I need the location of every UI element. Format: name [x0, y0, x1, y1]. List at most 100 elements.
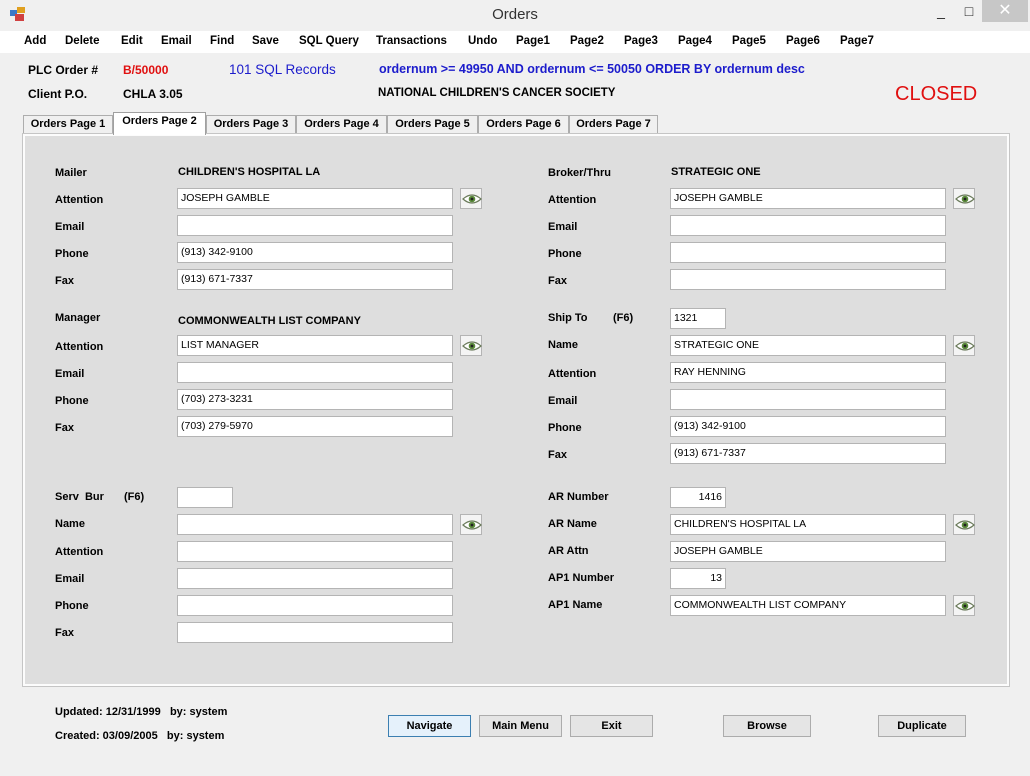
- manager-phone-label: Phone: [55, 395, 89, 407]
- broker-phone-label: Phone: [548, 248, 582, 260]
- eye-icon: [955, 601, 975, 611]
- broker-phone-field[interactable]: [670, 242, 946, 263]
- broker-attention-field[interactable]: JOSEPH GAMBLE: [670, 188, 946, 209]
- menu-email[interactable]: Email: [161, 35, 192, 47]
- manager-fax-field[interactable]: (703) 279-5970: [177, 416, 453, 437]
- mailer-fax-label: Fax: [55, 275, 74, 287]
- window-title: Orders: [492, 6, 538, 23]
- menu-undo[interactable]: Undo: [468, 35, 497, 47]
- tab-orders-page-3[interactable]: Orders Page 3: [206, 115, 296, 134]
- ship-to-email-field[interactable]: [670, 389, 946, 410]
- ship-to-phone-field[interactable]: (913) 342-9100: [670, 416, 946, 437]
- menu-page5[interactable]: Page5: [732, 35, 766, 47]
- ar-number-label: AR Number: [548, 491, 609, 503]
- menu-page3[interactable]: Page3: [624, 35, 658, 47]
- manager-email-field[interactable]: [177, 362, 453, 383]
- ap1-number-field[interactable]: 13: [670, 568, 726, 589]
- menu-sql-query[interactable]: SQL Query: [299, 35, 359, 47]
- ar-lookup-button[interactable]: [953, 514, 975, 535]
- mailer-email-field[interactable]: [177, 215, 453, 236]
- serv-bur-phone-label: Phone: [55, 600, 89, 612]
- ship-to-name-field[interactable]: STRATEGIC ONE: [670, 335, 946, 356]
- menu-page6[interactable]: Page6: [786, 35, 820, 47]
- mailer-phone-label: Phone: [55, 248, 89, 260]
- tab-orders-page-1[interactable]: Orders Page 1: [23, 115, 113, 134]
- serv-bur-email-field[interactable]: [177, 568, 453, 589]
- menu-delete[interactable]: Delete: [65, 35, 100, 47]
- ship-to-attention-field[interactable]: RAY HENNING: [670, 362, 946, 383]
- serv-bur-email-label: Email: [55, 573, 85, 585]
- ship-to-fax-field[interactable]: (913) 671-7337: [670, 443, 946, 464]
- order-status-badge: CLOSED: [895, 83, 978, 105]
- duplicate-button[interactable]: Duplicate: [878, 715, 966, 737]
- serv-bur-name-field[interactable]: [177, 514, 453, 535]
- ship-to-code-field[interactable]: 1321: [670, 308, 726, 329]
- broker-email-label: Email: [548, 221, 578, 233]
- serv-bur-attention-label: Attention: [55, 546, 104, 558]
- main-menu-button[interactable]: Main Menu: [479, 715, 562, 737]
- serv-bur-attention-field[interactable]: [177, 541, 453, 562]
- broker-fax-field[interactable]: [670, 269, 946, 290]
- menu-edit[interactable]: Edit: [121, 35, 143, 47]
- serv-bur-phone-field[interactable]: [177, 595, 453, 616]
- serv-bur-fax-field[interactable]: [177, 622, 453, 643]
- ar-name-field[interactable]: CHILDREN'S HOSPITAL LA: [670, 514, 946, 535]
- menu-page2[interactable]: Page2: [570, 35, 604, 47]
- ship-to-fax-label: Fax: [548, 449, 567, 461]
- ship-to-attention-label: Attention: [548, 368, 597, 380]
- menu-page1[interactable]: Page1: [516, 35, 550, 47]
- eye-icon: [462, 520, 482, 530]
- mailer-name: CHILDREN'S HOSPITAL LA: [178, 166, 321, 178]
- manager-email-label: Email: [55, 368, 85, 380]
- sql-record-count: 101 SQL Records: [229, 62, 336, 77]
- plc-order-value: B/50000: [123, 63, 169, 77]
- close-button[interactable]: ✕: [982, 0, 1028, 22]
- serv-bur-label: Serv Bur: [55, 491, 104, 503]
- manager-lookup-button[interactable]: [460, 335, 482, 356]
- mailer-phone-field[interactable]: (913) 342-9100: [177, 242, 453, 263]
- broker-email-field[interactable]: [670, 215, 946, 236]
- mailer-attention-field[interactable]: JOSEPH GAMBLE: [177, 188, 453, 209]
- maximize-button[interactable]: □: [955, 0, 983, 22]
- serv-bur-lookup-button[interactable]: [460, 514, 482, 535]
- menu-page7[interactable]: Page7: [840, 35, 874, 47]
- ar-attn-field[interactable]: JOSEPH GAMBLE: [670, 541, 946, 562]
- menu-find[interactable]: Find: [210, 35, 234, 47]
- tab-orders-page-5[interactable]: Orders Page 5: [387, 115, 478, 134]
- manager-attention-field[interactable]: LIST MANAGER: [177, 335, 453, 356]
- navigate-button[interactable]: Navigate: [388, 715, 471, 737]
- ship-to-label: Ship To: [548, 312, 588, 324]
- broker-lookup-button[interactable]: [953, 188, 975, 209]
- minimize-button[interactable]: _: [927, 0, 955, 22]
- tab-orders-page-4[interactable]: Orders Page 4: [296, 115, 387, 134]
- menu-bar: Add Delete Edit Email Find Save SQL Quer…: [0, 31, 1030, 53]
- client-po-value: CHLA 3.05: [123, 87, 183, 101]
- broker-name: STRATEGIC ONE: [671, 166, 761, 178]
- menu-transactions[interactable]: Transactions: [376, 35, 447, 47]
- exit-button[interactable]: Exit: [570, 715, 653, 737]
- ar-number-field[interactable]: 1416: [670, 487, 726, 508]
- manager-phone-field[interactable]: (703) 273-3231: [177, 389, 453, 410]
- eye-icon: [955, 520, 975, 530]
- ap1-lookup-button[interactable]: [953, 595, 975, 616]
- mailer-fax-field[interactable]: (913) 671-7337: [177, 269, 453, 290]
- tab-orders-page-7[interactable]: Orders Page 7: [569, 115, 658, 134]
- ship-to-name-label: Name: [548, 339, 578, 351]
- mailer-lookup-button[interactable]: [460, 188, 482, 209]
- ship-to-lookup-button[interactable]: [953, 335, 975, 356]
- tab-orders-page-6[interactable]: Orders Page 6: [478, 115, 569, 134]
- client-po-label: Client P.O.: [28, 87, 88, 101]
- serv-bur-code-field[interactable]: [177, 487, 233, 508]
- eye-icon: [955, 194, 975, 204]
- ship-to-email-label: Email: [548, 395, 578, 407]
- menu-save[interactable]: Save: [252, 35, 279, 47]
- menu-page4[interactable]: Page4: [678, 35, 712, 47]
- eye-icon: [462, 341, 482, 351]
- ar-name-label: AR Name: [548, 518, 597, 530]
- serv-bur-fax-label: Fax: [55, 627, 74, 639]
- menu-add[interactable]: Add: [24, 35, 46, 47]
- ap1-name-field[interactable]: COMMONWEALTH LIST COMPANY: [670, 595, 946, 616]
- updated-info: Updated: 12/31/1999 by: system: [55, 706, 228, 718]
- tab-orders-page-2[interactable]: Orders Page 2: [113, 112, 206, 135]
- browse-button[interactable]: Browse: [723, 715, 811, 737]
